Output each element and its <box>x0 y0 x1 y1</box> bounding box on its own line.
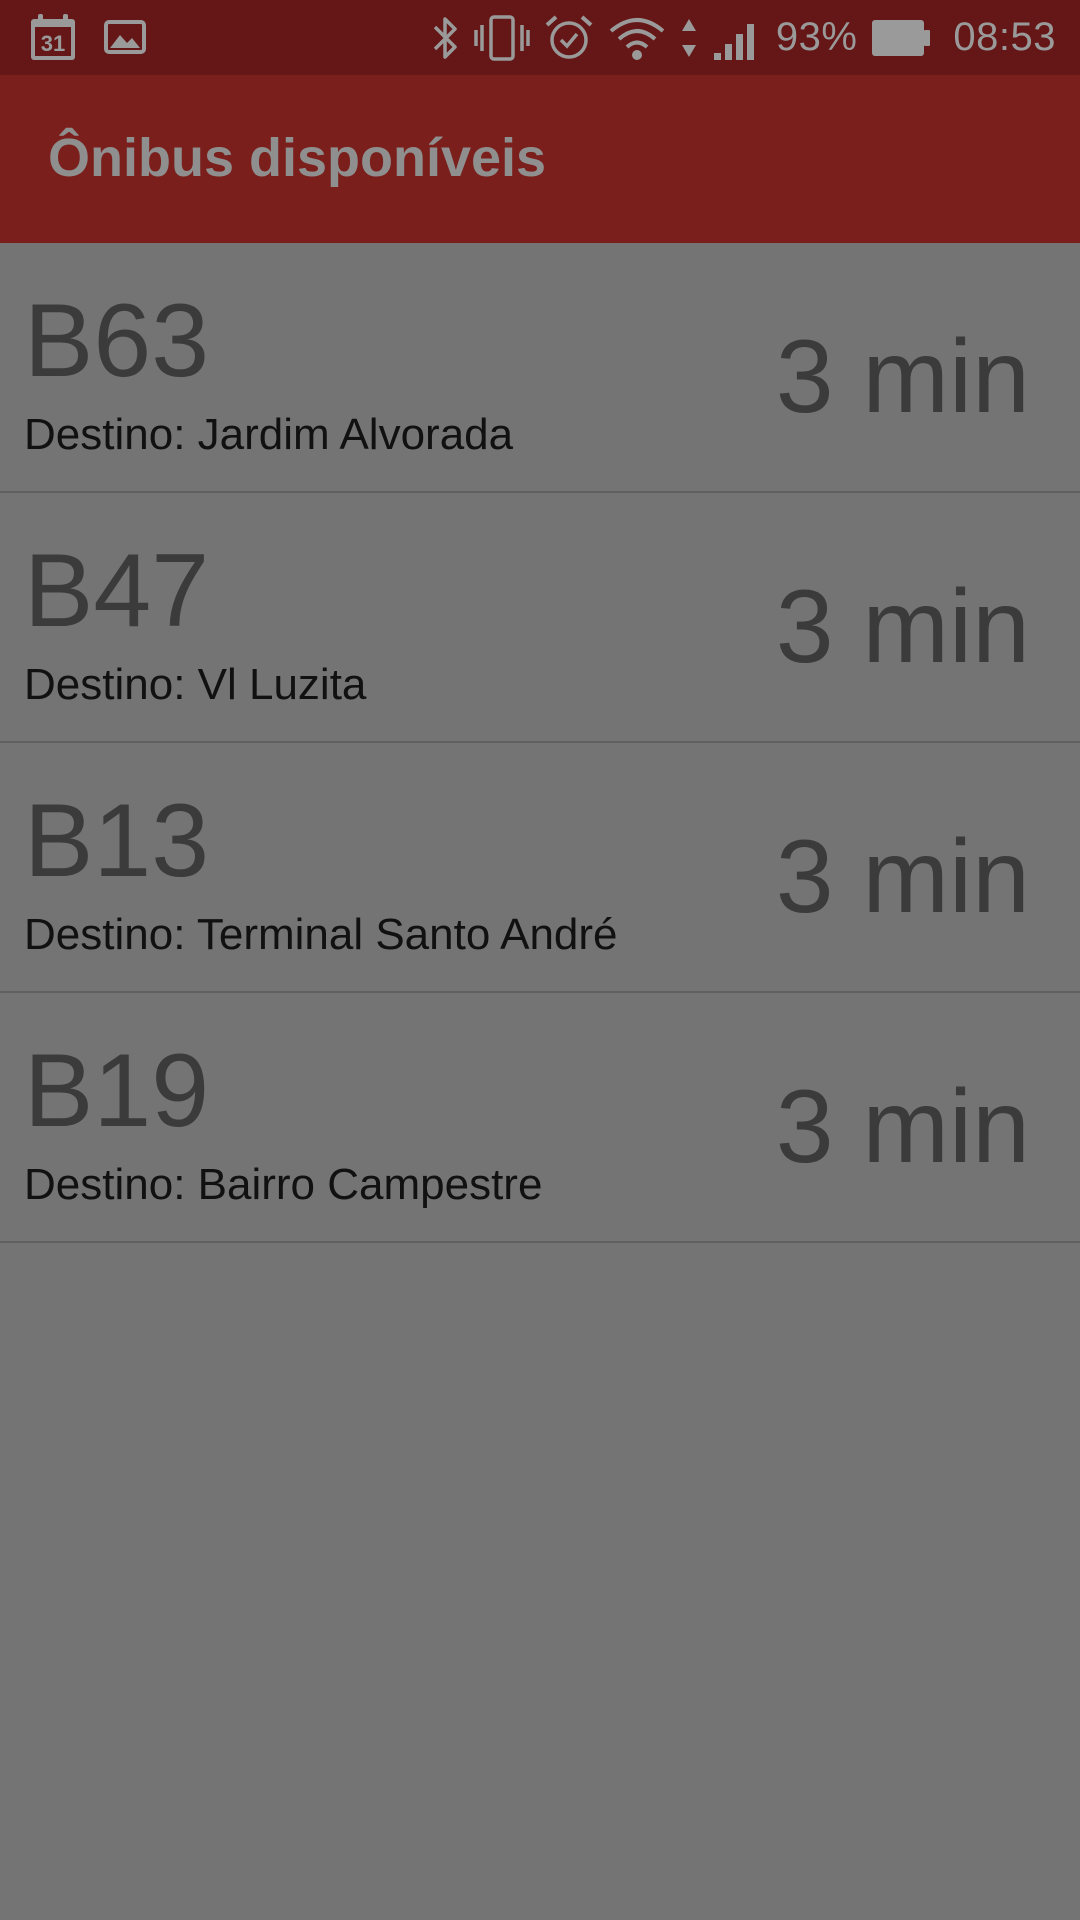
data-arrows-icon <box>680 17 698 59</box>
app-bar: Ônibus disponíveis <box>0 75 1080 243</box>
bus-list: B63 Destino: Jardim Alvorada 3 min B47 D… <box>0 243 1080 1243</box>
alarm-icon <box>544 14 594 62</box>
bus-arrival-time: 3 min <box>775 319 1030 435</box>
bus-list-item[interactable]: B63 Destino: Jardim Alvorada 3 min <box>0 243 1080 493</box>
bus-arrival-time: 3 min <box>775 1069 1030 1185</box>
bus-route-number: B13 <box>24 783 210 899</box>
bus-list-item[interactable]: B13 Destino: Terminal Santo André 3 min <box>0 743 1080 993</box>
bluetooth-icon <box>430 15 460 61</box>
wifi-icon <box>608 15 666 61</box>
calendar-icon: 31 <box>30 13 76 61</box>
bus-list-item[interactable]: B19 Destino: Bairro Campestre 3 min <box>0 993 1080 1243</box>
bus-destination: Destino: Bairro Campestre <box>24 1160 543 1209</box>
battery-icon <box>871 18 931 58</box>
calendar-day: 31 <box>41 31 65 56</box>
bus-arrival-time: 3 min <box>775 569 1030 685</box>
vibrate-icon <box>474 14 530 61</box>
bus-destination: Destino: Jardim Alvorada <box>24 410 514 459</box>
gallery-icon <box>104 20 146 54</box>
bus-list-item[interactable]: B47 Destino: Vl Luzita 3 min <box>0 493 1080 743</box>
bus-route-number: B63 <box>24 283 210 399</box>
bus-destination: Destino: Vl Luzita <box>24 660 367 709</box>
status-bar: 31 93% 08:53 <box>0 0 1080 75</box>
bus-route-number: B19 <box>24 1033 210 1149</box>
bus-arrival-time: 3 min <box>775 819 1030 935</box>
battery-percent: 93% <box>775 15 858 59</box>
clock: 08:53 <box>953 15 1056 59</box>
page-title: Ônibus disponíveis <box>48 128 547 188</box>
bus-route-number: B47 <box>24 533 210 649</box>
bus-destination: Destino: Terminal Santo André <box>24 910 618 959</box>
signal-icon <box>712 15 762 61</box>
